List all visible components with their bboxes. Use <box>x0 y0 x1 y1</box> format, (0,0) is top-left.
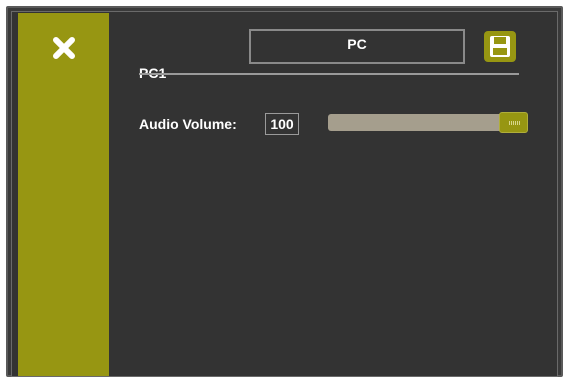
slider-handle[interactable] <box>499 112 528 133</box>
grip-icon <box>509 121 520 125</box>
close-icon <box>53 37 75 59</box>
audio-volume-label: Audio Volume: <box>139 116 237 132</box>
header-divider <box>139 73 519 75</box>
save-icon <box>490 36 510 57</box>
save-button[interactable] <box>484 31 516 62</box>
close-button[interactable] <box>50 34 78 62</box>
audio-volume-slider[interactable] <box>328 112 528 133</box>
audio-volume-value[interactable]: 100 <box>265 113 299 135</box>
name-input[interactable]: PC <box>249 29 465 64</box>
sidebar <box>18 13 109 376</box>
